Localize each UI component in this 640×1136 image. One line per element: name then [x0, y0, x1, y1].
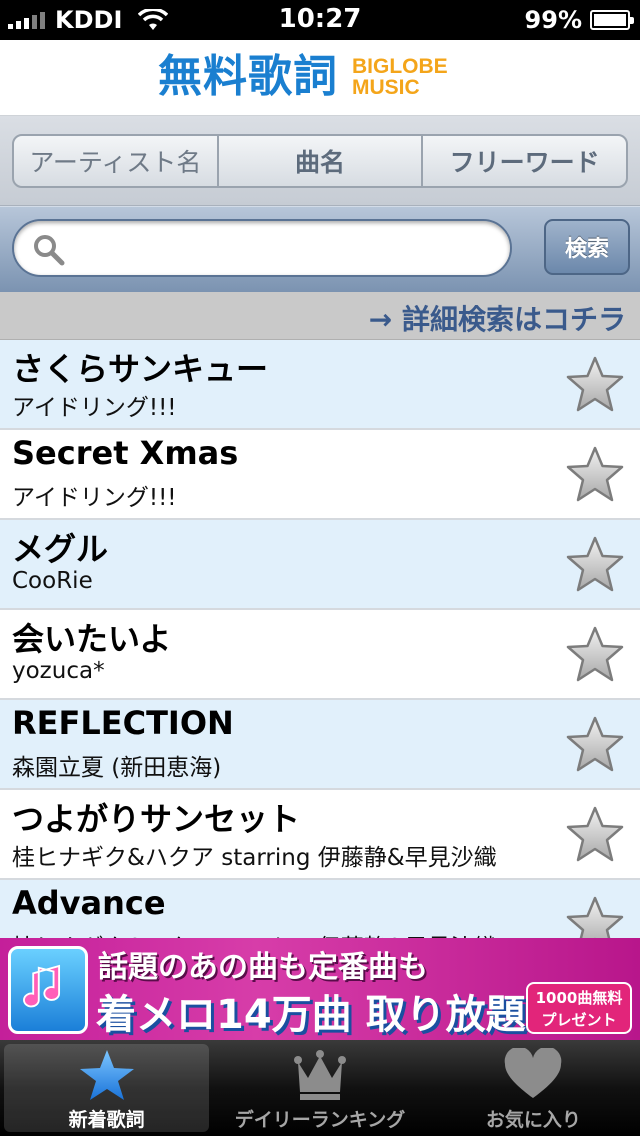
song-artist: 桂ヒナギク&ハクア starring 伊藤静&早見沙織	[12, 928, 497, 938]
song-artist: 桂ヒナギク&ハクア starring 伊藤静&早見沙織	[12, 845, 497, 871]
song-title: Secret Xmas	[12, 434, 239, 472]
list-item[interactable]: メグル CooRie	[0, 520, 640, 610]
segment-song-name[interactable]: 曲名	[216, 136, 422, 186]
favorite-star-icon[interactable]	[564, 804, 626, 866]
search-button[interactable]: 検索	[544, 219, 630, 275]
battery-percent: 99%	[524, 6, 582, 34]
list-item[interactable]: さくらサンキュー アイドリング!!!	[0, 340, 640, 430]
battery-area: 99%	[524, 6, 634, 34]
segment-artist-name[interactable]: アーティスト名	[14, 136, 217, 186]
tab-bar: 新着歌詞 デイリーランキング お気に入り	[0, 1040, 640, 1136]
song-artist: アイドリング!!!	[12, 395, 177, 421]
favorite-star-icon[interactable]	[564, 444, 626, 506]
favorite-star-icon[interactable]	[564, 714, 626, 776]
app-header: 無料歌詞 BIGLOBE MUSIC	[0, 40, 640, 116]
song-artist: yozuca*	[12, 658, 105, 684]
detail-search-bar: → 詳細検索はコチラ	[0, 292, 640, 340]
tab-label: デイリーランキング	[234, 1109, 406, 1131]
favorite-star-icon[interactable]	[564, 624, 626, 686]
ad-main-copy: 着メロ14万曲 取り放題!!	[96, 992, 563, 1038]
song-title: Advance	[12, 884, 166, 922]
song-title: メグル	[12, 530, 109, 568]
search-bar: 検索	[0, 206, 640, 292]
favorite-star-icon[interactable]	[564, 894, 626, 938]
logo-brand-line2: MUSIC	[352, 76, 420, 99]
list-item[interactable]: つよがりサンセット 桂ヒナギク&ハクア starring 伊藤静&早見沙織	[0, 790, 640, 880]
search-mode-bar: アーティスト名 曲名 フリーワード	[0, 116, 640, 206]
search-mode-segmented-control: アーティスト名 曲名 フリーワード	[12, 134, 628, 188]
list-item[interactable]: Secret Xmas アイドリング!!!	[0, 430, 640, 520]
search-field-container[interactable]	[12, 219, 512, 277]
app-logo: 無料歌詞 BIGLOBE MUSIC	[158, 50, 448, 104]
ad-banner[interactable]: 話題のあの曲も定番曲も 着メロ14万曲 取り放題!! 1000曲無料 プレゼント	[0, 938, 640, 1040]
song-title: つよがりサンセット	[12, 800, 301, 838]
logo-brand: BIGLOBE MUSIC	[352, 56, 448, 98]
tab-daily-ranking[interactable]: デイリーランキング	[213, 1040, 426, 1136]
song-title: さくらサンキュー	[12, 350, 269, 388]
logo-title: 無料歌詞	[158, 51, 338, 102]
song-artist: 森園立夏 (新田恵海)	[12, 755, 222, 781]
song-artist: アイドリング!!!	[12, 485, 177, 511]
list-item[interactable]: Advance 桂ヒナギク&ハクア starring 伊藤静&早見沙織	[0, 880, 640, 938]
search-icon	[34, 235, 65, 266]
battery-icon	[590, 10, 634, 30]
ad-badge-line2: プレゼント	[541, 1011, 617, 1029]
heart-icon	[504, 1048, 562, 1098]
song-title: REFLECTION	[12, 704, 234, 742]
ad-badge-line1: 1000曲無料	[535, 989, 623, 1007]
tab-label: お気に入り	[485, 1109, 581, 1131]
tab-favorites[interactable]: お気に入り	[427, 1040, 640, 1136]
song-artist: CooRie	[12, 568, 93, 594]
ad-badge: 1000曲無料 プレゼント	[526, 982, 632, 1034]
music-phone-icon	[8, 946, 88, 1034]
tab-new-lyrics[interactable]: 新着歌詞	[0, 1040, 213, 1136]
list-item[interactable]: REFLECTION 森園立夏 (新田恵海)	[0, 700, 640, 790]
favorite-star-icon[interactable]	[564, 354, 626, 416]
ad-headline: 話題のあの曲も定番曲も	[98, 950, 428, 985]
segment-free-word[interactable]: フリーワード	[421, 136, 626, 186]
tab-label: 新着歌詞	[68, 1109, 145, 1131]
status-bar: KDDI 10:27 99%	[0, 0, 640, 40]
crown-icon	[293, 1050, 346, 1100]
music-note-icon	[23, 964, 61, 1008]
song-title: 会いたいよ	[12, 620, 172, 658]
search-input[interactable]	[80, 229, 490, 267]
logo-brand-line1: BIGLOBE	[352, 55, 448, 78]
star-icon	[79, 1050, 134, 1100]
song-list: さくらサンキュー アイドリング!!! Secret Xmas アイドリング!!!…	[0, 340, 640, 938]
list-item[interactable]: 会いたいよ yozuca*	[0, 610, 640, 700]
detail-search-link[interactable]: → 詳細検索はコチラ	[369, 298, 626, 338]
favorite-star-icon[interactable]	[564, 534, 626, 596]
